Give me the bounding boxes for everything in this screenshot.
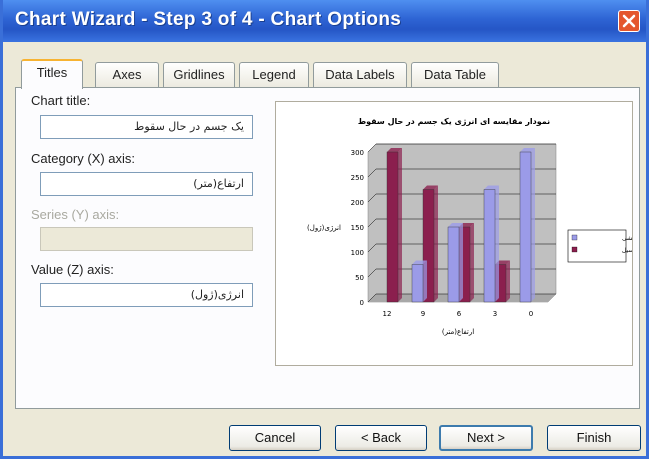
bar xyxy=(411,264,424,303)
x-axis-label: ارتفاع(متر) xyxy=(442,328,474,336)
window-title: Chart Wizard - Step 3 of 4 - Chart Optio… xyxy=(15,9,402,30)
legend-swatch xyxy=(571,234,578,241)
value-axis-label: Value (Z) axis: xyxy=(31,262,114,277)
bar-side xyxy=(398,148,402,302)
category-axis-label: Category (X) axis: xyxy=(31,151,136,166)
y-tick-label: 250 xyxy=(351,174,364,182)
series-axis-label: Series (Y) axis: xyxy=(31,207,120,222)
back-button[interactable]: < Back xyxy=(335,425,427,451)
x-tick-label: 6 xyxy=(457,310,462,318)
bar-side xyxy=(459,223,463,302)
chart-title-input[interactable]: یک جسم در حال سقوط xyxy=(40,115,253,139)
tab-data-labels[interactable]: Data Labels xyxy=(313,62,407,87)
bar-side xyxy=(506,260,510,302)
tab-axes[interactable]: Axes xyxy=(95,62,159,87)
chart-title: نمودار مقایسه ای انرژی یک جسم در حال سقو… xyxy=(358,117,550,126)
close-icon xyxy=(622,14,636,28)
x-tick-label: 3 xyxy=(493,310,497,318)
chart-title-label: Chart title: xyxy=(31,93,91,108)
cancel-button[interactable]: Cancel xyxy=(229,425,321,451)
y-tick-label: 200 xyxy=(351,199,364,207)
y-tick-label: 300 xyxy=(351,149,364,157)
legend-box xyxy=(567,229,627,263)
bar-side xyxy=(495,185,499,302)
y-tick-label: 100 xyxy=(351,249,364,257)
value-axis-input[interactable]: انرژی(ژول) xyxy=(40,283,253,307)
next-button[interactable]: Next > xyxy=(439,425,533,451)
legend-swatch xyxy=(571,246,578,253)
bar-side xyxy=(423,260,427,302)
title-bar[interactable]: Chart Wizard - Step 3 of 4 - Chart Optio… xyxy=(3,0,646,42)
x-tick-label: 9 xyxy=(421,310,425,318)
y-tick-label: 50 xyxy=(355,274,364,282)
y-tick-label: 150 xyxy=(351,224,364,232)
x-tick-label: 0 xyxy=(529,310,533,318)
bar xyxy=(447,226,460,303)
bar-side xyxy=(531,148,535,302)
category-axis-input[interactable]: ارتفاع(متر) xyxy=(40,172,253,196)
tab-legend[interactable]: Legend xyxy=(239,62,309,87)
tab-titles[interactable]: Titles xyxy=(21,59,83,89)
tab-gridlines[interactable]: Gridlines xyxy=(163,62,235,87)
series-axis-input xyxy=(40,227,253,251)
bar-side xyxy=(434,185,438,302)
tab-data-table[interactable]: Data Table xyxy=(411,62,499,87)
chart-wizard-dialog: Chart Wizard - Step 3 of 4 - Chart Optio… xyxy=(0,0,649,459)
y-axis-label: انرژی(ژول) xyxy=(307,224,341,232)
finish-button[interactable]: Finish xyxy=(547,425,641,451)
legend-label: انرژی جنبشی xyxy=(622,235,632,242)
bar xyxy=(386,151,399,303)
chart-preview: نمودار مقایسه ای انرژی یک جسم در حال سقو… xyxy=(275,101,649,366)
bar xyxy=(519,151,532,303)
legend-label: انرژی پتانسیل xyxy=(622,247,632,254)
chart-svg: نمودار مقایسه ای انرژی یک جسم در حال سقو… xyxy=(307,117,649,336)
y-tick-label: 0 xyxy=(360,299,364,307)
close-button[interactable] xyxy=(618,10,640,32)
x-tick-label: 12 xyxy=(383,310,392,318)
bar-side xyxy=(470,223,474,302)
bar xyxy=(483,189,496,303)
